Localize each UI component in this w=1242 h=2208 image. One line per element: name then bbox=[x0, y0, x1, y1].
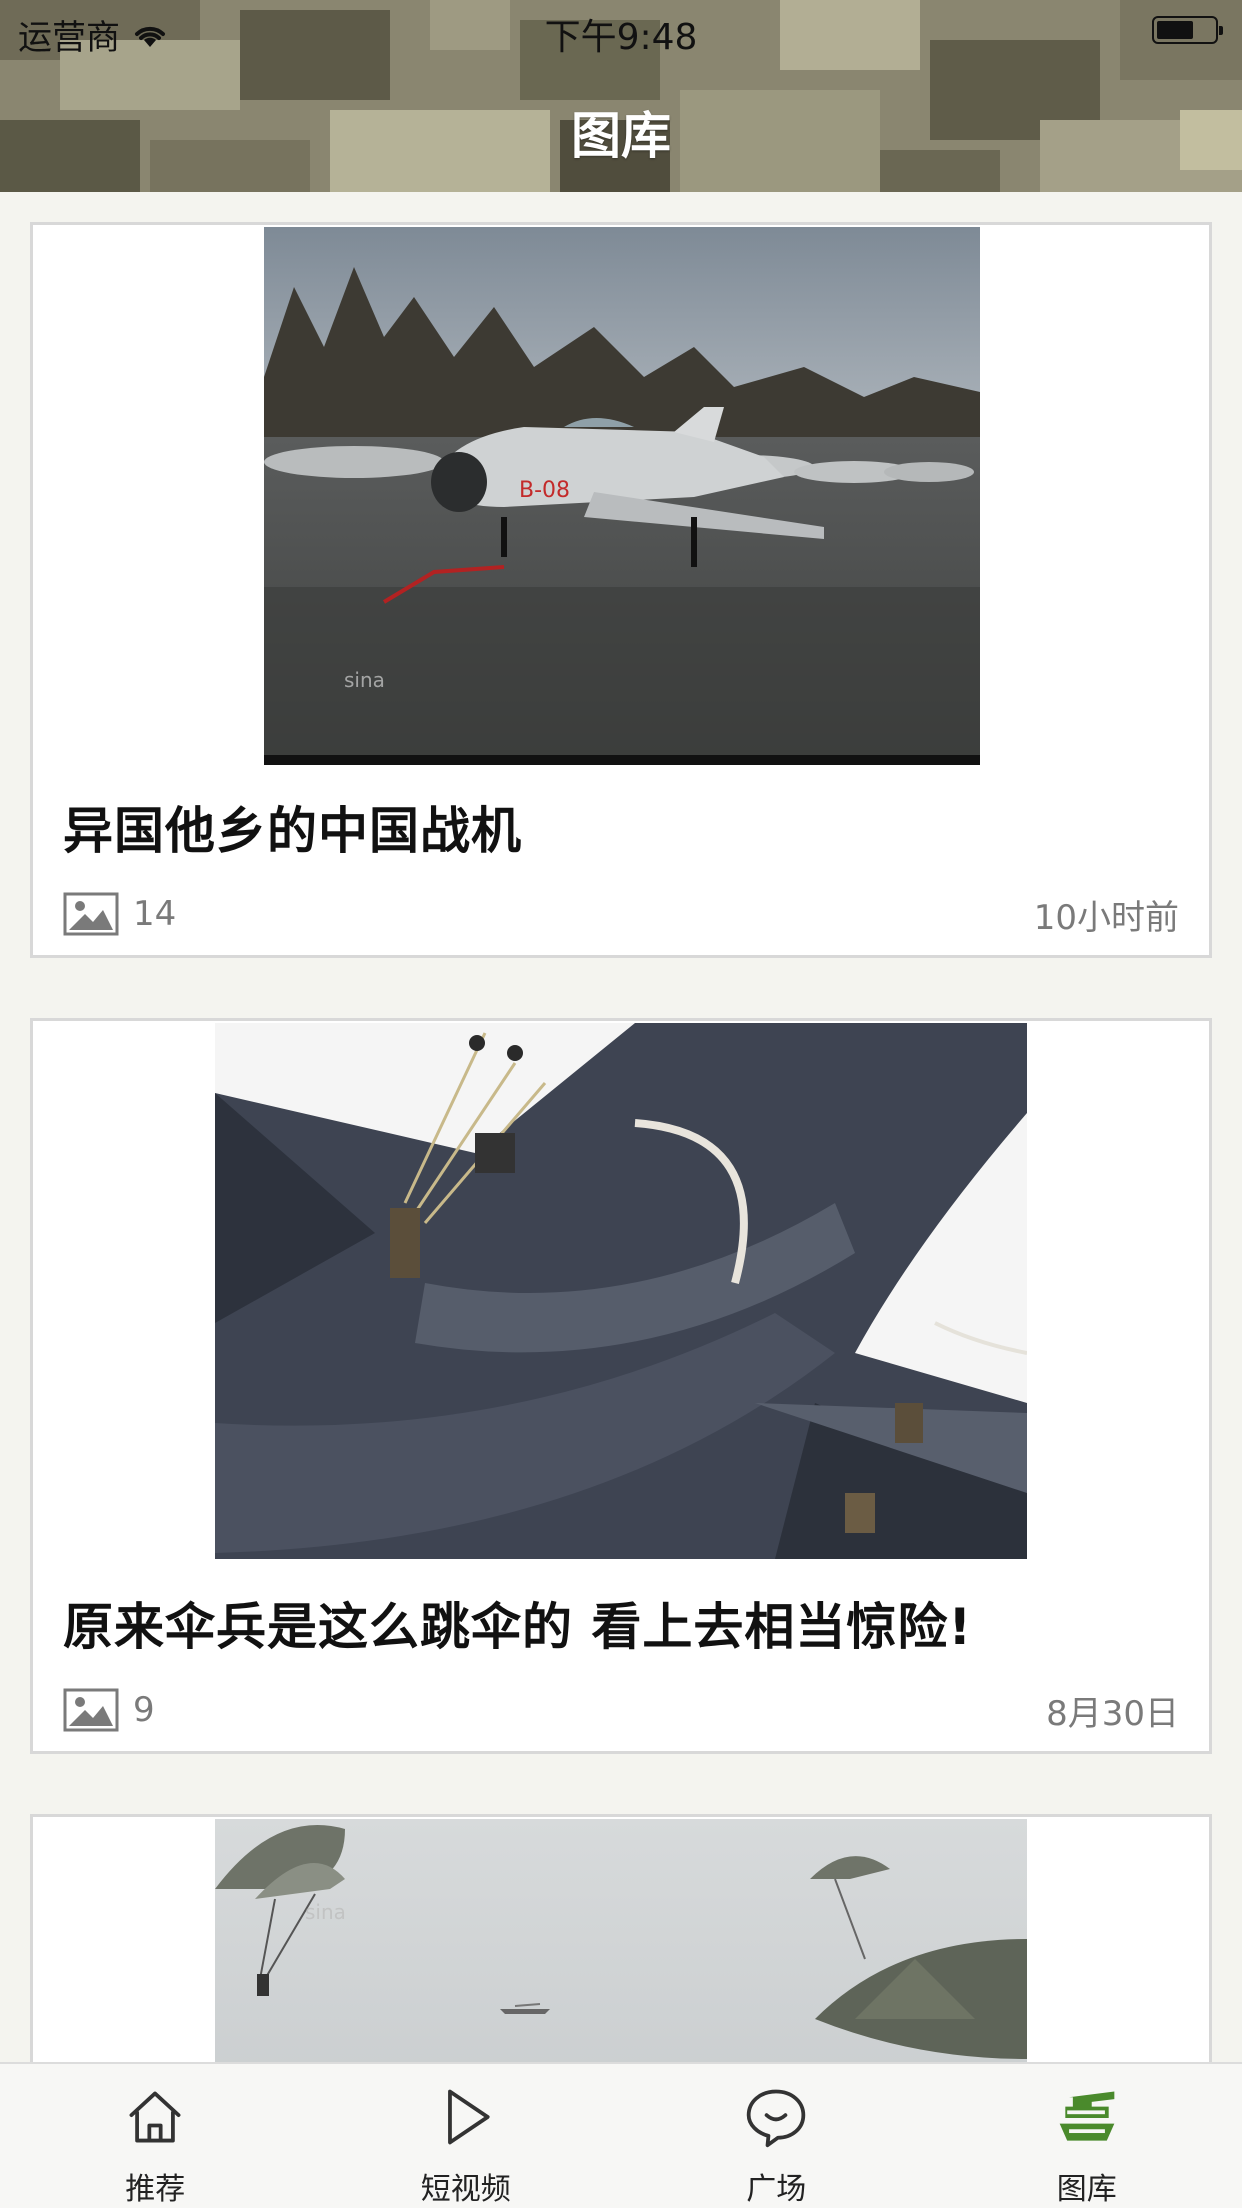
publish-time: 8月30日 bbox=[1046, 1693, 1179, 1734]
battery-icon bbox=[1152, 16, 1223, 44]
publish-time: 10小时前 bbox=[1033, 897, 1179, 938]
svg-text:sina: sina bbox=[344, 668, 385, 692]
card-title[interactable]: 异国他乡的中国战机 bbox=[63, 791, 522, 863]
tab-label: 推荐 bbox=[125, 2172, 186, 2207]
image-count: 9 bbox=[133, 1690, 155, 1730]
image-gallery-icon bbox=[63, 892, 119, 936]
tab-label: 图库 bbox=[1056, 2172, 1117, 2207]
jet-fighters-photo: B-08 sina bbox=[264, 227, 980, 765]
status-time: 下午9:48 bbox=[544, 17, 698, 58]
tab-short-video[interactable]: 短视频 bbox=[311, 2064, 622, 2208]
tab-square[interactable]: 广场 bbox=[621, 2064, 932, 2208]
page-title: 图库 bbox=[571, 107, 671, 165]
card-meta: 14 10小时前 bbox=[63, 889, 1179, 939]
svg-text:sina: sina bbox=[305, 1900, 346, 1924]
card-image[interactable] bbox=[215, 1023, 1027, 1559]
status-bar: 运营商 下午9:48 bbox=[0, 0, 1242, 60]
tab-label: 广场 bbox=[746, 2172, 807, 2207]
gallery-card[interactable]: 原来伞兵是这么跳伞的 看上去相当惊险! 9 8月30日 bbox=[30, 1018, 1212, 1754]
tank-icon bbox=[1059, 2091, 1115, 2141]
paratroopers-aircraft-photo bbox=[215, 1023, 1027, 1559]
tab-gallery[interactable]: 图库 bbox=[932, 2064, 1242, 2208]
tab-label: 短视频 bbox=[420, 2172, 511, 2207]
card-title[interactable]: 原来伞兵是这么跳伞的 看上去相当惊险! bbox=[63, 1587, 972, 1659]
gallery-card[interactable]: B-08 sina 异国他乡的中国战机 14 10小时前 bbox=[30, 222, 1212, 958]
tab-recommend[interactable]: 推荐 bbox=[0, 2064, 311, 2208]
image-count: 14 bbox=[133, 894, 177, 934]
chat-bubble-icon bbox=[747, 2089, 806, 2148]
card-image[interactable]: B-08 sina bbox=[264, 227, 980, 765]
tab-bar: 推荐 短视频 广场 图库 bbox=[0, 2062, 1242, 2208]
svg-text:B-08: B-08 bbox=[519, 478, 570, 503]
play-icon bbox=[447, 2089, 490, 2145]
card-meta: 9 8月30日 bbox=[63, 1685, 1179, 1735]
header: 运营商 下午9:48 图库 bbox=[0, 0, 1242, 192]
image-gallery-icon bbox=[63, 1688, 119, 1732]
home-icon bbox=[129, 2091, 181, 2143]
